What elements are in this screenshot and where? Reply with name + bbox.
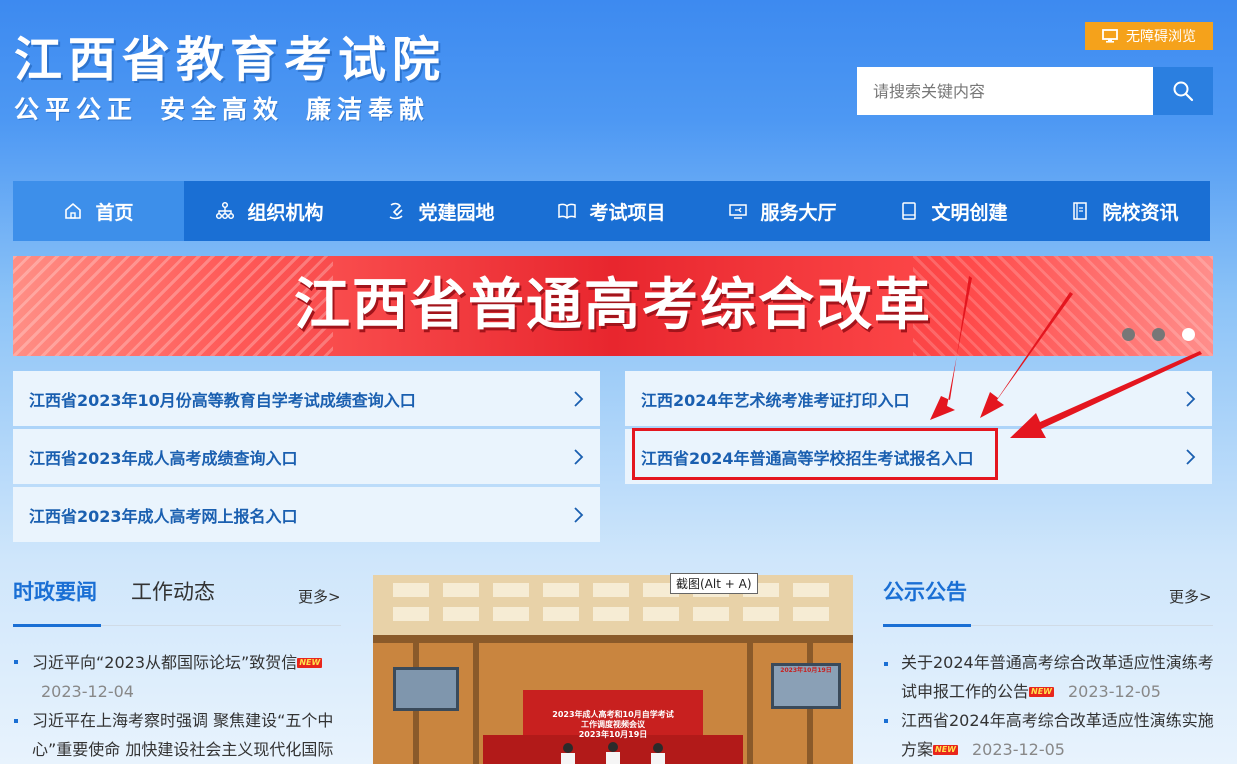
quick-link-label: 江西省2023年成人高考网上报名入口	[29, 506, 298, 526]
chevron-right-icon	[574, 390, 584, 407]
nav-label: 首页	[95, 201, 134, 224]
photo-banner-date: 2023年10月19日	[578, 730, 648, 739]
photo-banner-line: 2023年成人高考和10月自学考试	[552, 710, 674, 719]
chevron-right-icon	[574, 506, 584, 523]
quick-link-label: 江西省2023年10月份高等教育自学考试成绩查询入口	[29, 390, 416, 410]
nav-item-exams[interactable]: 考试项目	[526, 181, 697, 241]
news-date: 2023-12-04	[41, 682, 134, 701]
slogan-part: 廉洁奉献	[306, 95, 431, 124]
org-chart-icon	[216, 201, 235, 220]
nav-item-civilization[interactable]: 文明创建	[868, 181, 1039, 241]
annotation-arrows	[930, 276, 1202, 438]
accessibility-button[interactable]: 无障碍浏览	[1085, 22, 1213, 50]
quick-link[interactable]: 江西省2023年成人高考网上报名入口	[13, 487, 600, 542]
nav-label: 服务大厅	[760, 201, 837, 224]
slogan-part: 安全高效	[160, 95, 285, 124]
notice-date: 2023-12-05	[972, 740, 1065, 759]
new-badge: NEW	[1029, 687, 1054, 697]
new-badge: NEW	[297, 658, 323, 668]
site-title: 江西省教育考试院	[14, 32, 447, 88]
news-title-line: 习近平在上海考察时强调 聚焦建设“五个中	[32, 711, 334, 730]
tab-politics-news[interactable]: 时政要闻	[13, 576, 97, 606]
tab-active-underline	[13, 624, 101, 627]
monitor-icon	[1102, 29, 1118, 43]
service-icon	[729, 204, 748, 219]
nav-item-party[interactable]: 党建园地	[355, 181, 526, 241]
party-icon	[390, 202, 404, 220]
list-bullet	[884, 662, 888, 666]
notice-item[interactable]: 关于2024年普通高考综合改革适应性演练考 试申报工作的公告 NEW 2023-12…	[901, 648, 1221, 706]
list-bullet	[14, 719, 18, 723]
quick-link-label: 江西省2023年成人高考成绩查询入口	[29, 448, 298, 468]
quick-link[interactable]: 江西省2023年成人高考成绩查询入口	[13, 429, 600, 484]
news-title: 习近平向“2023从都国际论坛”致贺信	[32, 653, 298, 672]
quick-link-label: 江西2024年艺术统考准考证打印入口	[641, 390, 910, 410]
notices-more-link[interactable]: 更多>	[1169, 586, 1212, 607]
photo-banner-line: 工作调度视频会议	[581, 720, 645, 729]
notice-date: 2023-12-05	[1068, 682, 1161, 701]
search-input[interactable]	[857, 67, 1153, 115]
news-title-line: 心”重要使命 加快建设社会主义现代化国际	[32, 740, 334, 759]
notice-title-line: 关于2024年普通高考综合改革适应性演练考	[901, 653, 1214, 672]
nav-label: 考试项目	[589, 201, 666, 224]
nav-label: 院校资讯	[1102, 201, 1179, 224]
nav-item-service[interactable]: 服务大厅	[697, 181, 868, 241]
news-item[interactable]: 习近平在上海考察时强调 聚焦建设“五个中 心”重要使命 加快建设社会主义现代化国…	[32, 706, 352, 764]
photo-screen-caption: 2023年10月19日	[780, 667, 832, 674]
tab-active-underline	[883, 624, 971, 627]
nav-item-home[interactable]: 首页	[13, 181, 184, 241]
notice-title-line-2: 方案 NEW 2023-12-05	[901, 735, 1221, 764]
chevron-right-icon	[574, 448, 584, 465]
nav-item-college-news[interactable]: 院校资讯	[1039, 181, 1210, 241]
photo-banner-caption: 2023年成人高考和10月自学考试 工作调度视频会议 2023年10月19日	[523, 710, 703, 740]
notice-title-line-2: 试申报工作的公告 NEW 2023-12-05	[901, 677, 1221, 706]
book-icon	[902, 202, 917, 220]
notices-title[interactable]: 公示公告	[883, 576, 967, 606]
list-bullet	[14, 660, 18, 664]
document-icon	[1073, 202, 1088, 220]
tab-work-updates[interactable]: 工作动态	[131, 576, 215, 606]
search-icon	[1173, 81, 1194, 102]
nav-label: 党建园地	[418, 201, 495, 224]
notice-title-line: 江西省2024年高考综合改革适应性演练实施	[901, 711, 1214, 730]
list-bullet	[884, 719, 888, 723]
nav-item-organization[interactable]: 组织机构	[184, 181, 355, 241]
screenshot-tooltip: 截图(Alt + A)	[670, 573, 758, 594]
slogan-part: 公平公正	[14, 95, 139, 124]
new-badge: NEW	[933, 745, 958, 755]
home-icon	[65, 202, 82, 219]
notice-title-part: 试申报工作的公告	[901, 682, 1030, 701]
accessibility-label: 无障碍浏览	[1126, 29, 1196, 45]
search-button[interactable]	[1153, 67, 1213, 115]
book-open-icon	[558, 203, 577, 220]
main-nav: 首页 组织机构 党建园地 考试项目 服务大厅 文明创建 院校资讯	[13, 181, 1210, 241]
quick-link[interactable]: 江西省2023年10月份高等教育自学考试成绩查询入口	[13, 371, 600, 426]
news-item[interactable]: 习近平向“2023从都国际论坛”致贺信 NEW	[32, 648, 352, 677]
news-more-link[interactable]: 更多>	[298, 586, 341, 607]
nav-label: 组织机构	[247, 201, 324, 224]
notice-item[interactable]: 江西省2024年高考综合改革适应性演练实施 方案 NEW 2023-12-05	[901, 706, 1221, 764]
site-slogan: 公平公正 安全高效 廉洁奉献	[14, 94, 452, 126]
news-photo[interactable]: 2023年成人高考和10月自学考试 工作调度视频会议 2023年10月19日 2…	[373, 575, 853, 764]
nav-label: 文明创建	[931, 201, 1008, 224]
notice-title-part: 方案	[901, 740, 934, 759]
